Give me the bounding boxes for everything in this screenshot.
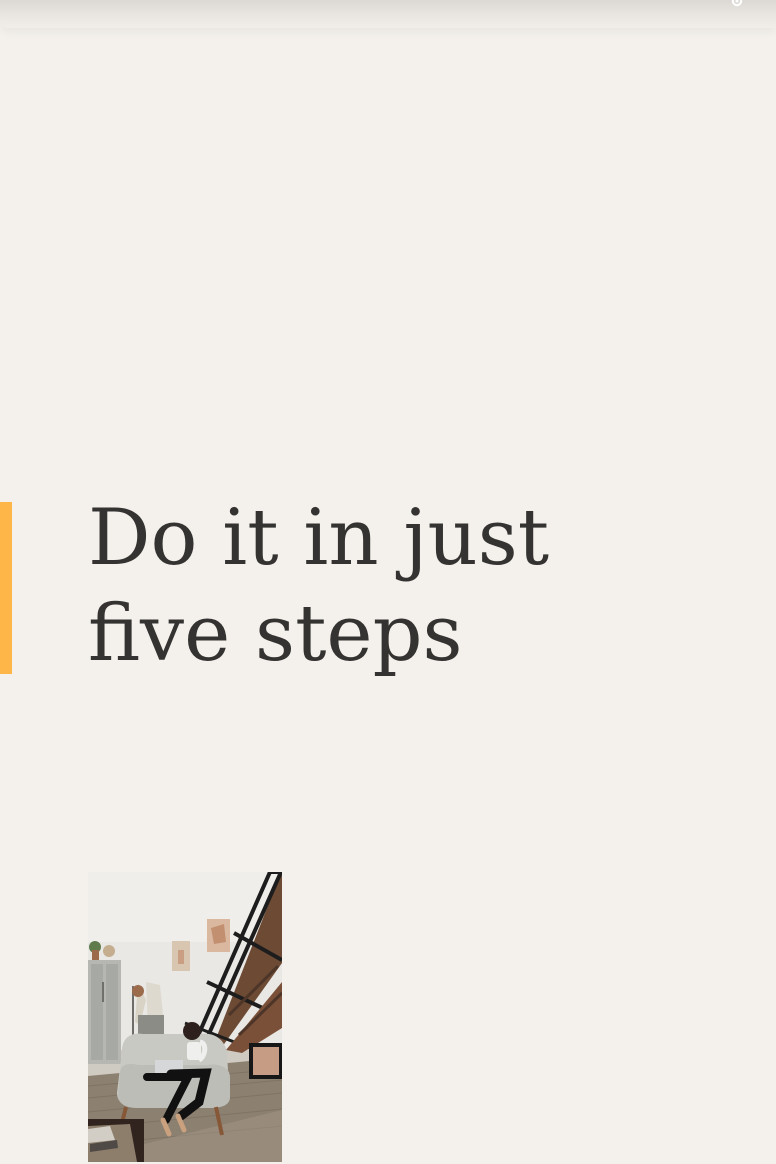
top-navigation-bar	[0, 0, 776, 28]
room-interior-photo	[88, 872, 282, 1162]
section-heading-line-1: Do it in just	[88, 493, 550, 583]
accent-bar	[0, 502, 12, 674]
section-heading: Do it in just five steps	[88, 490, 608, 682]
section-heading-line-2: five steps	[88, 589, 463, 679]
settings-gear-icon[interactable]	[730, 0, 744, 8]
room-interior-illustration	[88, 872, 282, 1162]
